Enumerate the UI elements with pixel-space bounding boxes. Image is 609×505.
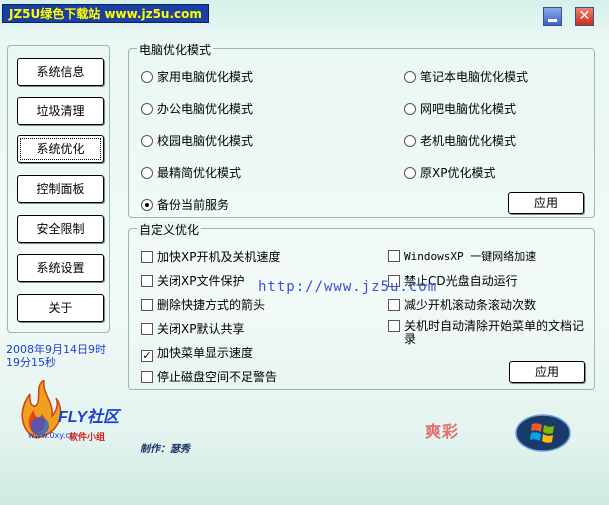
windows-logo-icon — [515, 414, 571, 452]
radio-label: 老机电脑优化模式 — [420, 134, 517, 148]
minimize-icon — [548, 19, 557, 22]
checkbox — [388, 250, 400, 262]
checkbox — [141, 251, 153, 263]
checkbox — [141, 299, 153, 311]
check-disk-space-warning[interactable]: 停止磁盘空间不足警告 — [141, 368, 277, 385]
checkbox-label: 删除快捷方式的箭头 — [157, 298, 266, 312]
check-network-boost[interactable]: WindowsXP 一键网络加速 — [388, 248, 536, 264]
mode-group-legend: 电脑优化模式 — [137, 41, 214, 58]
sidebar-item-security[interactable]: 安全限制 — [17, 215, 104, 243]
apply-mode-button[interactable]: 应用 — [508, 192, 584, 214]
sidebar-item-system-settings[interactable]: 系统设置 — [17, 254, 104, 282]
radio-label: 最精简优化模式 — [157, 166, 242, 180]
check-fast-menu[interactable]: ✓ 加快菜单显示速度 — [141, 344, 253, 362]
radio-label: 校园电脑优化模式 — [157, 134, 254, 148]
check-disable-default-share[interactable]: 关闭XP默认共享 — [141, 320, 244, 337]
radio-indicator — [141, 71, 153, 83]
radio-label: 笔记本电脑优化模式 — [420, 70, 529, 84]
radio-office-mode[interactable]: 办公电脑优化模式 — [141, 100, 253, 117]
logo-name: FLY社区 — [58, 409, 120, 426]
watermark-url: http://www.jz5u.com — [258, 279, 438, 295]
custom-group: 自定义优化 加快XP开机及关机速度 WindowsXP 一键网络加速 关闭XP文… — [128, 221, 595, 390]
radio-indicator — [404, 103, 416, 115]
checkbox — [388, 299, 400, 311]
close-button[interactable]: ✕ — [575, 7, 594, 26]
checkbox-label-continued: 录 — [404, 332, 417, 346]
checkbox-checked: ✓ — [141, 349, 153, 362]
radio-laptop-mode[interactable]: 笔记本电脑优化模式 — [404, 68, 528, 85]
radio-indicator — [404, 135, 416, 147]
radio-indicator — [141, 135, 153, 147]
minimize-button[interactable] — [543, 7, 562, 26]
checkbox-label: WindowsXP 一键网络加速 — [404, 250, 537, 263]
radio-home-mode[interactable]: 家用电脑优化模式 — [141, 68, 253, 85]
radio-indicator — [404, 167, 416, 179]
datetime-line2: 19分15秒 — [6, 356, 56, 369]
logo-url: www.0xy.cn — [28, 431, 75, 440]
author-credit: 制作：瑟秀 — [140, 444, 190, 455]
radio-label: 原XP优化模式 — [420, 166, 496, 180]
checkbox-label: 减少开机滚动条滚动次数 — [404, 298, 537, 312]
checkbox — [141, 275, 153, 287]
fly-logo: FLY社区 www.0xy.cn 软件小组 — [14, 380, 124, 450]
radio-indicator — [141, 167, 153, 179]
radio-indicator-selected — [141, 199, 153, 211]
radio-label: 网吧电脑优化模式 — [420, 102, 517, 116]
logo-subtitle: 软件小组 — [69, 433, 106, 443]
checkbox-label: 关闭XP文件保护 — [157, 274, 245, 288]
sidebar-item-system-info[interactable]: 系统信息 — [17, 58, 104, 86]
check-fast-boot[interactable]: 加快XP开机及关机速度 — [141, 248, 280, 265]
mode-group: 电脑优化模式 家用电脑优化模式 笔记本电脑优化模式 办公电脑优化模式 网吧电脑优… — [128, 41, 595, 218]
close-icon: ✕ — [578, 8, 591, 24]
sidebar-item-system-optimize[interactable]: 系统优化 — [17, 135, 104, 163]
radio-netcafe-mode[interactable]: 网吧电脑优化模式 — [404, 100, 516, 117]
sidebar-nav: 系统信息 垃圾清理 系统优化 控制面板 安全限制 系统设置 关于 — [7, 45, 110, 333]
app-window: JZ5U绿色下载站 www.jz5u.com ✕ 系统信息 垃圾清理 系统优化 … — [0, 0, 609, 505]
check-clear-recent-docs[interactable]: 关机时自动清除开始菜单的文档记录 — [388, 320, 584, 346]
radio-indicator — [141, 103, 153, 115]
checkbox-label: 关闭XP默认共享 — [157, 322, 245, 336]
brand-stamp: 爽彩 — [425, 422, 460, 441]
check-disable-file-protection[interactable]: 关闭XP文件保护 — [141, 272, 244, 289]
checkbox — [141, 371, 153, 383]
check-reduce-boot-scroll[interactable]: 减少开机滚动条滚动次数 — [388, 296, 536, 313]
radio-minimal-mode[interactable]: 最精简优化模式 — [141, 164, 241, 181]
checkbox-label: 加快菜单显示速度 — [157, 346, 254, 360]
radio-oldpc-mode[interactable]: 老机电脑优化模式 — [404, 132, 516, 149]
radio-label: 办公电脑优化模式 — [157, 102, 254, 116]
checkbox — [141, 323, 153, 335]
checkbox — [388, 320, 400, 332]
checkbox-label: 关机时自动清除开始菜单的文档记 — [404, 319, 585, 333]
brand-banner: JZ5U绿色下载站 www.jz5u.com — [2, 4, 209, 23]
datetime-display: 2008年9月14日9时 19分15秒 — [6, 343, 116, 369]
sidebar-item-junk-clean[interactable]: 垃圾清理 — [17, 97, 104, 125]
title-bar: JZ5U绿色下载站 www.jz5u.com ✕ — [0, 0, 609, 30]
sidebar-item-about[interactable]: 关于 — [17, 294, 104, 322]
radio-indicator — [404, 71, 416, 83]
datetime-line1: 2008年9月14日9时 — [6, 343, 106, 356]
radio-label: 备份当前服务 — [157, 198, 230, 212]
apply-custom-button[interactable]: 应用 — [509, 361, 585, 383]
radio-label: 家用电脑优化模式 — [157, 70, 254, 84]
custom-group-legend: 自定义优化 — [137, 221, 202, 238]
checkbox-label: 加快XP开机及关机速度 — [157, 250, 281, 264]
checkbox-label: 停止磁盘空间不足警告 — [157, 370, 278, 384]
check-remove-shortcut-arrow[interactable]: 删除快捷方式的箭头 — [141, 296, 265, 313]
radio-campus-mode[interactable]: 校园电脑优化模式 — [141, 132, 253, 149]
radio-original-xp-mode[interactable]: 原XP优化模式 — [404, 164, 495, 181]
sidebar-item-control-panel[interactable]: 控制面板 — [17, 175, 104, 203]
radio-backup-services[interactable]: 备份当前服务 — [141, 196, 229, 213]
